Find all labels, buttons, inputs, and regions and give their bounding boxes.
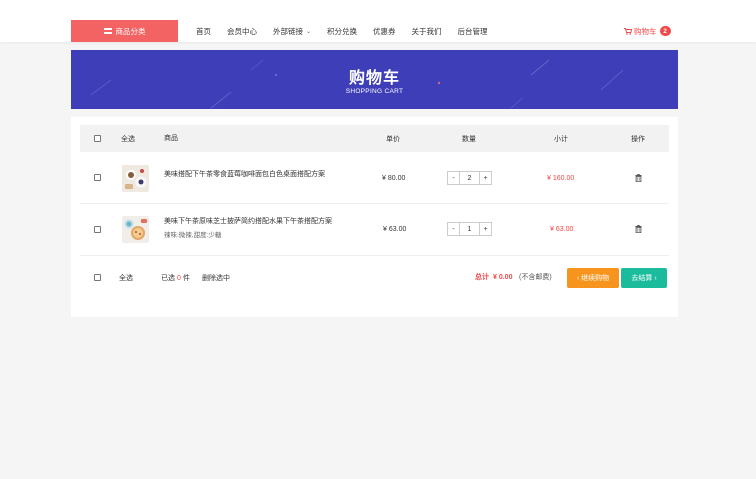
header-quantity: 数量 [462,136,476,143]
nav-label: 积分兑换 [327,26,358,36]
footer-select-all-label[interactable]: 全选 [119,273,133,283]
selected-suffix: 件 [182,275,190,282]
quantity-stepper: - 2 + [447,171,492,185]
nav-item-about[interactable]: 关于我们 [404,26,450,37]
trash-icon[interactable] [635,174,642,182]
shipping-note: (不含邮费) [519,274,552,281]
nav-label: 首页 [196,26,211,36]
total-label: 总计 [475,274,489,281]
selected-count: 已选 0 件 [161,273,190,283]
cart-link[interactable]: 购物车 2 [624,20,671,42]
nav-item-coupons[interactable]: 优惠券 [365,26,404,37]
page-banner: 购物车 SHOPPING CART [71,50,678,109]
header-price: 单价 [386,136,400,143]
select-all-checkbox-footer[interactable] [94,274,101,281]
qty-increase-button[interactable]: + [480,223,491,235]
total-value: ¥ 0.00 [493,273,513,281]
row-subtotal: ¥ 63.00 [550,226,574,233]
chevron-left-icon: ‹ [576,274,580,282]
qty-decrease-button[interactable]: - [448,223,459,235]
nav-item-external-links[interactable]: 外部链接 ⌄ [265,26,319,37]
qty-input[interactable]: 1 [459,223,480,235]
page-title: 购物车 [348,70,400,87]
main-nav: 首页 会员中心 外部链接 ⌄ 积分兑换 优惠券 关于我们 后台管理 [188,20,496,42]
nav-item-admin[interactable]: 后台管理 [450,26,496,37]
nav-label: 优惠券 [373,26,396,36]
total: 总计 ¥ 0.00 [475,272,512,282]
header-product: 商品 [164,135,178,142]
continue-shopping-label: 继续购物 [581,275,610,282]
table-row: 美味搭配下午茶零食蓝莓咖啡面包白色桌面搭配方案 ¥ 80.00 - 2 + ¥ … [80,152,669,204]
header-select-all: 全选 [121,136,135,143]
qty-decrease-button[interactable]: - [448,172,459,184]
chevron-right-icon: › [654,274,657,282]
quantity-stepper: - 1 + [447,222,492,236]
header-subtotal: 小计 [554,136,568,143]
cart-label: 购物车 [634,26,657,36]
product-spec: 辣味:微辣,甜度:少糖 [164,232,222,239]
category-menu-button[interactable]: 商品分类 [71,20,178,42]
qty-increase-button[interactable]: + [480,172,491,184]
product-thumbnail[interactable] [122,216,149,243]
nav-item-points[interactable]: 积分兑换 [319,26,365,37]
nav-label: 会员中心 [227,26,257,36]
product-thumbnail[interactable] [122,165,149,192]
product-name[interactable]: 美味下午茶原味芝士披萨简约搭配水果下午茶搭配方案 [164,216,332,226]
unit-price: ¥ 63.00 [383,226,407,233]
continue-shopping-button[interactable]: ‹ 继续购物 [567,268,619,288]
top-navbar: 商品分类 首页 会员中心 外部链接 ⌄ 积分兑换 优惠券 关于我们 后台管理 购物… [0,0,756,42]
selected-prefix: 已选 [161,275,175,282]
nav-label: 关于我们 [411,26,442,36]
row-checkbox[interactable] [94,174,101,181]
checkout-label: 去结算 [631,275,653,282]
table-header: 全选 商品 单价 数量 小计 操作 [80,125,669,152]
nav-label: 外部链接 [273,26,303,36]
list-icon [103,28,112,34]
page-subtitle: SHOPPING CART [345,88,404,95]
cart-panel: 全选 商品 单价 数量 小计 操作 美味搭配下午茶零食蓝莓咖啡面包白色桌面搭配方… [71,117,678,317]
nav-label: 后台管理 [457,26,488,36]
nav-item-member[interactable]: 会员中心 [219,26,265,37]
select-all-checkbox-header[interactable] [94,135,101,142]
selected-count-value: 0 [177,274,181,282]
category-menu-label: 商品分类 [115,26,146,36]
checkout-button[interactable]: 去结算 › [621,268,667,288]
chevron-down-icon: ⌄ [306,28,312,35]
trash-icon[interactable] [635,225,642,233]
row-checkbox[interactable] [94,226,101,233]
cart-count-badge: 2 [659,26,671,36]
header-action: 操作 [631,136,645,143]
unit-price: ¥ 80.00 [382,175,406,182]
nav-item-home[interactable]: 首页 [188,26,219,37]
qty-input[interactable]: 2 [459,172,480,184]
delete-selected-link[interactable]: 删除选中 [202,273,230,283]
product-name[interactable]: 美味搭配下午茶零食蓝莓咖啡面包白色桌面搭配方案 [164,169,325,179]
table-row: 美味下午茶原味芝士披萨简约搭配水果下午茶搭配方案 辣味:微辣,甜度:少糖 ¥ 6… [80,204,669,256]
row-subtotal: ¥ 160.00 [547,175,575,182]
cart-icon [624,27,632,35]
